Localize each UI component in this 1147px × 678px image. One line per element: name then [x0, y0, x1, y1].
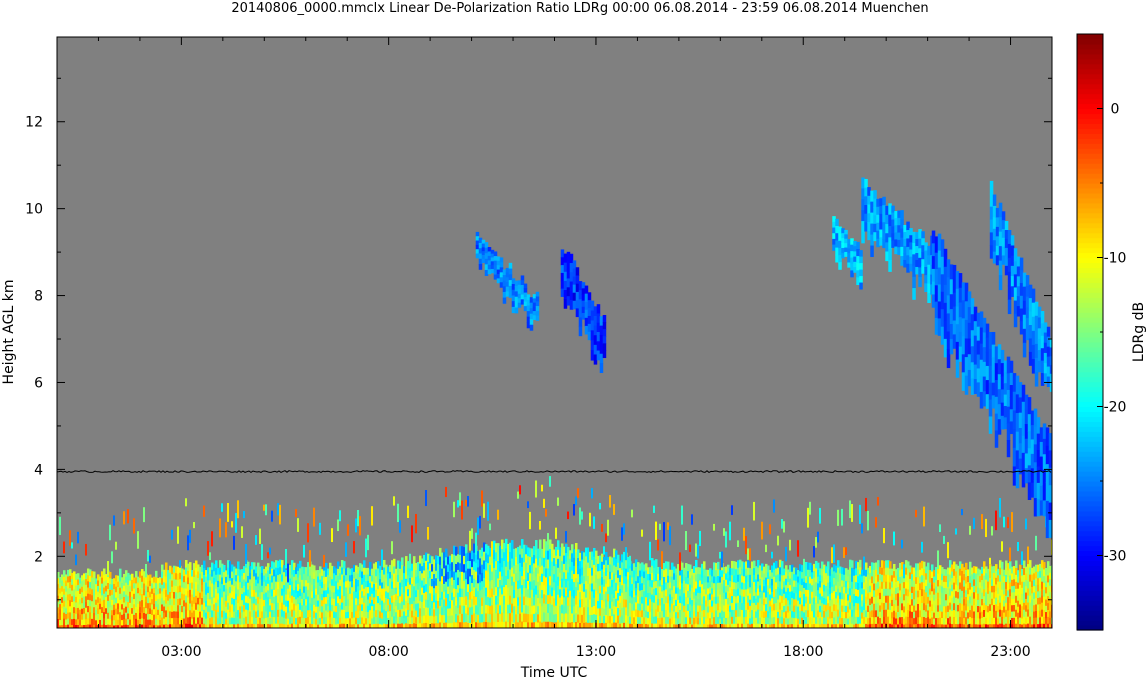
- y-tick-label: 6: [34, 375, 43, 391]
- colorbar-tick-label: -10: [1104, 251, 1127, 267]
- x-tick-label: 03:00: [161, 644, 201, 660]
- colorbar-tick-label: 0: [1111, 102, 1120, 118]
- y-axis-label: Height AGL km: [1, 280, 17, 385]
- y-tick-label: 8: [34, 289, 43, 305]
- colorbar: 0 -10 -20 -30: [1076, 33, 1127, 631]
- plot-background: [57, 37, 1052, 628]
- x-axis-label: Time UTC: [520, 665, 588, 678]
- x-tick-label: 13:00: [576, 644, 616, 660]
- x-tick-label: 23:00: [990, 644, 1030, 660]
- y-tick-label: 2: [34, 549, 43, 565]
- y-tick-label: 4: [34, 462, 43, 478]
- colorbar-tick-label: -20: [1104, 400, 1127, 416]
- chart-title: 20140806_0000.mmclx Linear De-Polarizati…: [231, 1, 928, 16]
- x-tick-label: 08:00: [368, 644, 408, 660]
- y-tick-label: 12: [25, 115, 43, 131]
- colorbar-tick-label: -30: [1104, 549, 1127, 565]
- x-tick-label: 18:00: [783, 644, 823, 660]
- ldr-chart: 20140806_0000.mmclx Linear De-Polarizati…: [1, 1, 1147, 678]
- y-tick-label: 10: [25, 202, 43, 218]
- plot-area: [56, 36, 1053, 629]
- colorbar-label: LDRg dB: [1131, 302, 1147, 362]
